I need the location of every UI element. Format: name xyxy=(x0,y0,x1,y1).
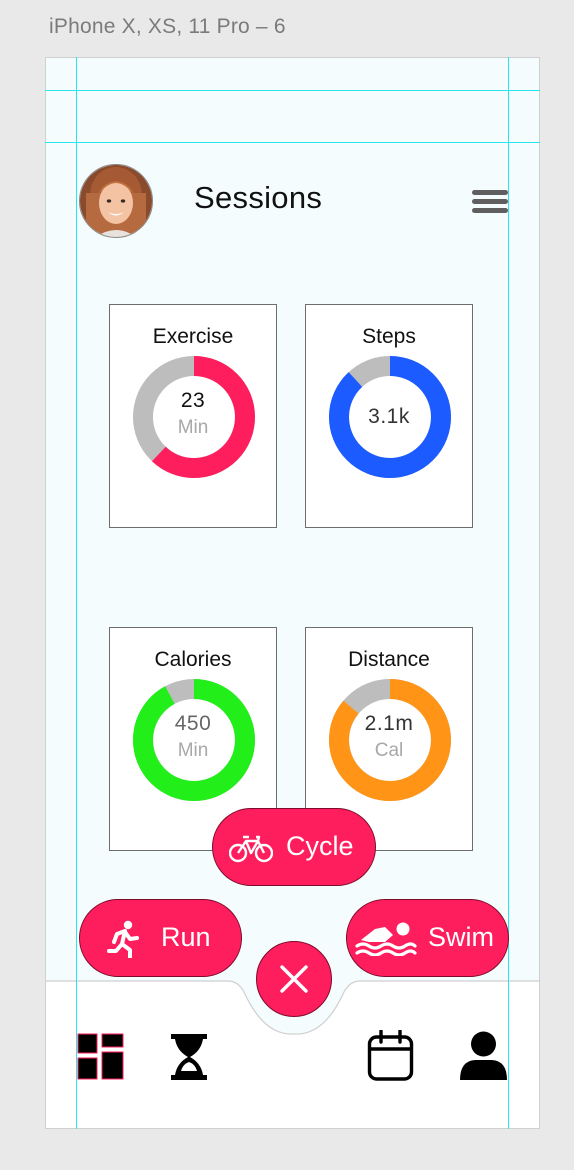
swim-button[interactable]: Swim xyxy=(346,899,509,977)
running-person-icon xyxy=(107,920,139,958)
artboard-label: iPhone X, XS, 11 Pro – 6 xyxy=(49,15,286,38)
close-button[interactable] xyxy=(256,941,332,1017)
card-title: Distance xyxy=(348,648,430,671)
layout-guide xyxy=(45,142,540,143)
stat-card-steps[interactable]: Steps 3.1k xyxy=(305,304,473,528)
swim-label: Swim xyxy=(428,922,494,952)
layout-guide xyxy=(508,57,509,1129)
page-title: Sessions xyxy=(194,180,323,215)
profile-icon[interactable] xyxy=(459,1031,508,1081)
layout-guide xyxy=(45,90,540,91)
card-value: 450 xyxy=(174,712,212,735)
card-title: Steps xyxy=(362,325,416,348)
swimming-person-icon xyxy=(355,922,417,956)
run-label: Run xyxy=(161,922,211,952)
hourglass-icon[interactable] xyxy=(170,1033,208,1081)
card-unit: Min xyxy=(177,417,209,438)
dashboard-icon[interactable] xyxy=(77,1033,124,1080)
layout-guide xyxy=(76,57,77,1129)
calendar-icon[interactable] xyxy=(367,1030,414,1082)
run-button[interactable]: Run xyxy=(79,899,242,977)
card-unit: Min xyxy=(177,740,209,761)
card-title: Exercise xyxy=(152,325,234,348)
card-value: 23 xyxy=(180,389,206,412)
cycle-label: Cycle xyxy=(286,831,354,861)
hamburger-menu-icon[interactable] xyxy=(470,188,510,216)
card-unit: Cal xyxy=(374,740,404,761)
user-avatar-photo xyxy=(80,165,152,237)
card-value: 2.1m xyxy=(364,712,414,735)
stat-card-exercise[interactable]: Exercise 23 Min xyxy=(109,304,277,528)
bicycle-icon xyxy=(229,835,273,863)
avatar[interactable] xyxy=(79,164,153,238)
card-value: 3.1k xyxy=(368,405,410,428)
cycle-button[interactable]: Cycle xyxy=(212,808,376,886)
close-icon xyxy=(280,965,308,993)
card-title: Calories xyxy=(154,648,232,671)
